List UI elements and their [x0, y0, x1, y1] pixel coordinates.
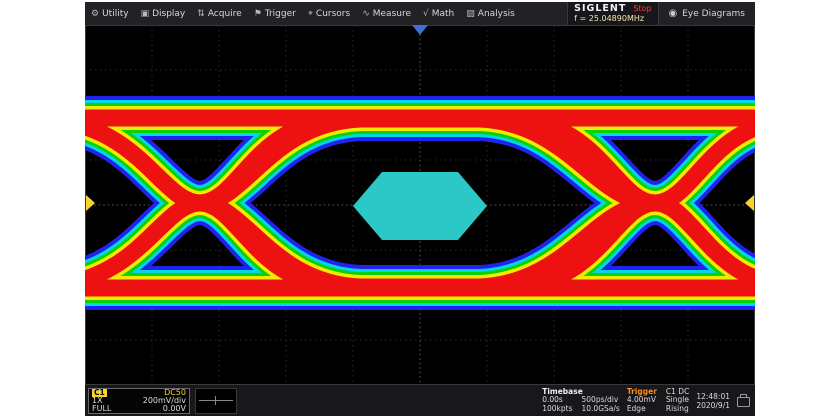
acquisition-info-cluster: Timebase 0.00s 500ps/div 100kpts 10.0GSa… [542, 388, 752, 414]
timebase-descriptor[interactable]: Timebase 0.00s 500ps/div 100kpts 10.0GSa… [542, 388, 620, 414]
trigger-slope: Rising [666, 405, 689, 414]
eye-mask-hexagon [353, 172, 487, 240]
timebase-memory: 100kpts [542, 405, 572, 414]
eye-diagrams-label: Eye Diagrams [682, 9, 745, 19]
menu-item-cursors[interactable]: ⌖ Cursors [302, 2, 356, 25]
menu-item-acquire[interactable]: ⇅ Acquire [191, 2, 247, 25]
analysis-icon: ▨ [466, 9, 475, 19]
frequency-counter: f = 25.04890MHz [574, 14, 644, 24]
trace-preview-thumbnail[interactable] [195, 388, 237, 414]
eye-diagrams-button[interactable]: ◉ Eye Diagrams [659, 2, 755, 25]
siglent-logo: SIGLENT [574, 4, 626, 14]
math-icon: √ [423, 9, 429, 19]
channel-offset-marker[interactable] [86, 195, 95, 211]
trigger-type: Edge [627, 405, 657, 414]
eye-diagram-icon: ◉ [669, 8, 678, 19]
desktop: ⚙ Utility ▣ Display ⇅ Acquire ⚑ Trigger … [0, 0, 840, 420]
menu-label: Analysis [478, 9, 515, 19]
menu-label: Acquire [208, 9, 242, 19]
menu-label: Measure [373, 9, 411, 19]
menu-item-display[interactable]: ▣ Display [135, 2, 192, 25]
preview-center-tick [215, 396, 216, 405]
menu-item-analysis[interactable]: ▨ Analysis [460, 2, 521, 25]
menu-item-trigger[interactable]: ⚑ Trigger [248, 2, 302, 25]
channel-c1-descriptor[interactable]: C1 DC50 1X 200mV/div FULL 0.00V [88, 388, 190, 414]
menu-label: Cursors [316, 9, 350, 19]
acquire-icon: ⇅ [197, 9, 205, 19]
timebase-samplerate: 10.0GSa/s [582, 405, 620, 414]
oscilloscope-window: ⚙ Utility ▣ Display ⇅ Acquire ⚑ Trigger … [85, 2, 755, 416]
channel-bandwidth: FULL [92, 405, 126, 413]
graticule-canvas [85, 25, 755, 385]
measure-icon: ∿ [362, 9, 370, 19]
menu-label: Trigger [265, 9, 296, 19]
menu-label: Utility [102, 9, 128, 19]
clock-date: 2020/9/1 [696, 401, 730, 410]
clock-block: 12:48:01 2020/9/1 [696, 392, 730, 410]
trigger-level-marker[interactable] [745, 195, 754, 211]
menu-item-utility[interactable]: ⚙ Utility [85, 2, 135, 25]
acquisition-status: Stop [633, 4, 651, 14]
trigger-descriptor[interactable]: Trigger C1 DC 4.00mV Single Edge Rising [627, 388, 690, 414]
trigger-position-marker[interactable] [412, 25, 428, 35]
menu-label: Math [432, 9, 455, 19]
cursors-icon: ⌖ [308, 9, 313, 19]
menu-label: Display [152, 9, 185, 19]
channel-offset: 0.00V [126, 405, 186, 413]
utility-icon: ⚙ [91, 9, 99, 19]
menu-item-measure[interactable]: ∿ Measure [356, 2, 417, 25]
print-icon[interactable] [737, 397, 750, 407]
display-icon: ▣ [141, 9, 150, 19]
brand-status-block: SIGLENT Stop f = 25.04890MHz [567, 2, 658, 25]
status-bar: C1 DC50 1X 200mV/div FULL 0.00V Timebase… [85, 385, 755, 416]
menu-bar: ⚙ Utility ▣ Display ⇅ Acquire ⚑ Trigger … [85, 2, 755, 25]
trigger-flag-icon: ⚑ [254, 9, 262, 19]
menu-item-math[interactable]: √ Math [417, 2, 460, 25]
waveform-display [85, 25, 755, 385]
clock-time: 12:48:01 [696, 392, 730, 401]
preview-trace-line [199, 400, 233, 401]
